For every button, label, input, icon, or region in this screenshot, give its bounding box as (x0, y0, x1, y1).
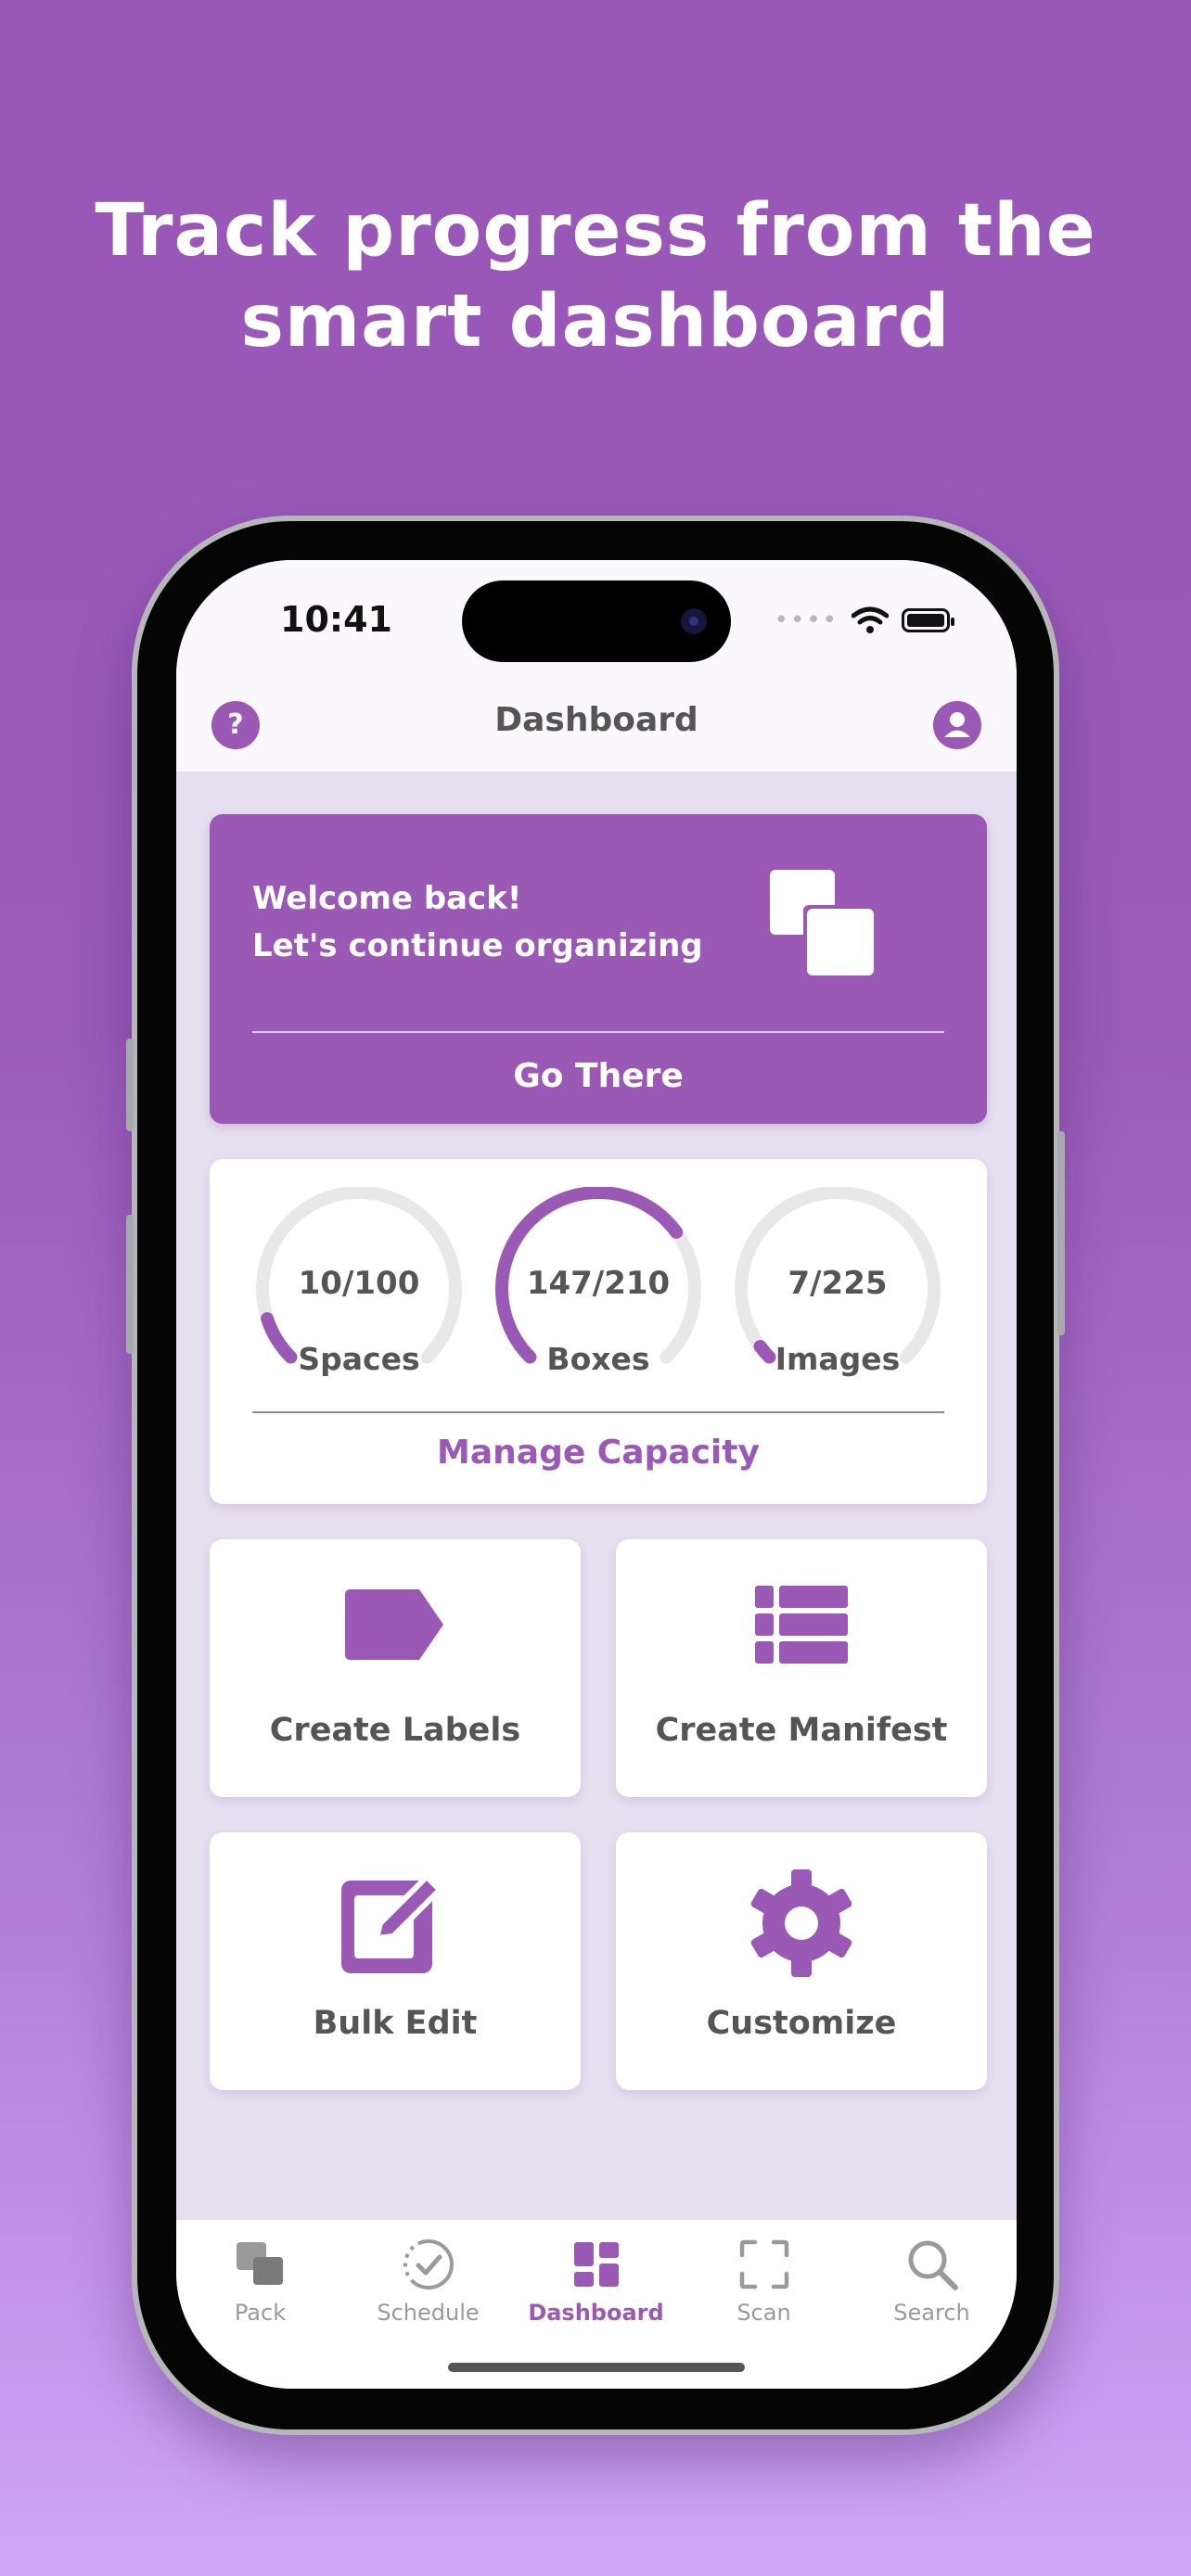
tile-label: Customize (706, 2005, 897, 2042)
customize-tile[interactable]: Customize (616, 1832, 987, 2090)
pack-icon (236, 2242, 283, 2285)
tab-label: Dashboard (528, 2300, 664, 2326)
profile-button[interactable] (933, 701, 981, 749)
status-time: 10:41 (280, 599, 392, 640)
gauge-value: 7/225 (788, 1265, 888, 1302)
gauge-label: Spaces (298, 1341, 420, 1377)
tab-scan[interactable]: Scan (680, 2235, 848, 2326)
headline-line-1: Track progress from the (95, 189, 1096, 273)
promo-headline: Track progress from the smart dashboard (0, 185, 1191, 367)
dashboard-grid-icon (573, 2242, 619, 2287)
tile-label: Bulk Edit (313, 2005, 478, 2042)
create-labels-tile[interactable]: Create Labels (210, 1539, 581, 1797)
dashboard-content: Welcome back! Let's continue organizing … (176, 772, 1017, 2218)
page-title: Dashboard (494, 701, 698, 739)
welcome-title: Welcome back! (252, 880, 522, 917)
home-indicator[interactable] (448, 2363, 745, 2372)
edit-icon (341, 1874, 442, 1973)
app-screen: 10:41 •••• ? Dashboard Welcome back! Let… (176, 560, 1017, 2389)
signal-dots-icon: •••• (774, 606, 839, 634)
tile-label: Create Manifest (655, 1712, 948, 1749)
gauge-boxes: 147/210 Boxes (492, 1186, 705, 1377)
camera-icon (681, 608, 707, 634)
go-there-button[interactable]: Go There (210, 1057, 987, 1095)
gauge-label: Images (775, 1341, 901, 1377)
tab-label: Search (893, 2300, 970, 2326)
tab-label: Scan (736, 2300, 791, 2326)
dynamic-island (462, 580, 731, 662)
bulk-edit-tile[interactable]: Bulk Edit (210, 1832, 581, 2090)
tab-search[interactable]: Search (848, 2235, 1016, 2326)
gauge-label: Boxes (546, 1341, 650, 1377)
tag-icon (345, 1589, 443, 1660)
gauge-value: 147/210 (526, 1265, 671, 1302)
phone-side-button (126, 1039, 134, 1131)
search-icon (908, 2240, 958, 2290)
welcome-card[interactable]: Welcome back! Let's continue organizing … (210, 814, 987, 1124)
scan-frame-icon (739, 2239, 788, 2289)
user-icon (944, 712, 970, 737)
schedule-check-icon (403, 2239, 454, 2289)
gauge-spaces: 10/100 Spaces (252, 1186, 466, 1377)
welcome-subtitle: Let's continue organizing (252, 927, 703, 964)
gauge-images: 7/225 Images (731, 1186, 944, 1377)
tab-schedule[interactable]: Schedule (344, 2235, 512, 2326)
gauge-value: 10/100 (298, 1265, 420, 1302)
tab-dashboard[interactable]: Dashboard (512, 2235, 680, 2326)
tab-pack[interactable]: Pack (176, 2235, 344, 2326)
tab-label: Pack (234, 2300, 287, 2326)
battery-icon (902, 608, 954, 632)
manage-capacity-button[interactable]: Manage Capacity (210, 1434, 987, 1472)
capacity-card: 10/100 Spaces 147/210 Boxes 7/225 Images (210, 1159, 987, 1504)
wifi-icon (852, 606, 889, 633)
tab-label: Schedule (377, 2300, 480, 2326)
nav-bar: ? Dashboard (176, 681, 1017, 773)
tile-label: Create Labels (269, 1712, 521, 1749)
divider (252, 1031, 944, 1033)
gear-icon (750, 1869, 852, 1977)
phone-side-button (126, 1215, 134, 1354)
list-icon (755, 1586, 848, 1664)
create-manifest-tile[interactable]: Create Manifest (616, 1539, 987, 1797)
divider (252, 1411, 944, 1413)
phone-power-button (1057, 1131, 1065, 1335)
headline-line-2: smart dashboard (240, 280, 951, 363)
